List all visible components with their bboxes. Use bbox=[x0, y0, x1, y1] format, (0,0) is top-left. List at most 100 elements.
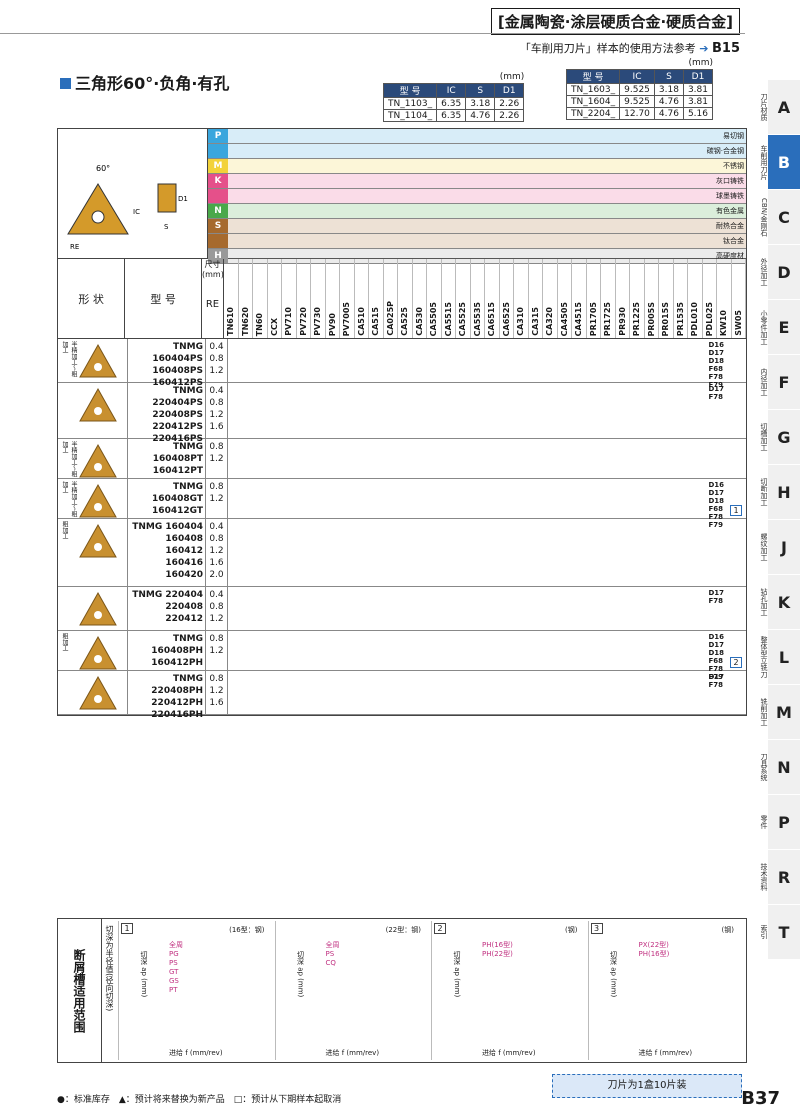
dim-cell: 3.81 bbox=[682, 83, 714, 96]
grade-header: CA6515 bbox=[485, 259, 500, 338]
range-panel: 1 (16型：钢) 切深 ap (mm) 进给 f (mm/rev) 全周 PG PS GT G… bbox=[118, 921, 275, 1060]
re-value: 1.6 bbox=[209, 698, 224, 708]
re-value: 1.2 bbox=[209, 494, 224, 504]
panel-note: (16型：钢) bbox=[229, 926, 265, 934]
grade-name: CA4505 bbox=[559, 301, 569, 336]
side-tab-e[interactable]: 小零件加工 E bbox=[746, 300, 800, 355]
panel-ylabel: 切深 ap (mm) bbox=[140, 951, 148, 998]
side-tab-a[interactable]: 刀片材质 A bbox=[746, 80, 800, 135]
grade-name: PDL025 bbox=[704, 301, 714, 336]
side-tab-k[interactable]: 钻孔加工 K bbox=[746, 575, 800, 630]
insert-row: 半精加工～粗加工 TNMG 160408GT 160412GT 0.8 1.2 D16 D1… bbox=[58, 479, 746, 529]
insert-shape-cell: 粗加工 bbox=[58, 631, 128, 670]
side-tab-h[interactable]: 切断加工 H bbox=[746, 465, 800, 520]
series-label: CQ bbox=[325, 959, 336, 967]
ref-page: D18 bbox=[708, 497, 724, 505]
insert-photo-icon bbox=[79, 483, 117, 518]
panel-number: 1 bbox=[121, 923, 133, 934]
grade-name: PV7005 bbox=[342, 301, 352, 336]
dim-header-cell: IC bbox=[619, 69, 655, 84]
insert-type: 160420 bbox=[165, 570, 203, 580]
side-tab-label: 整体型立铣刀 bbox=[760, 636, 768, 678]
grade-header: PR015S bbox=[659, 259, 674, 338]
dim-cell: 9.525 bbox=[619, 83, 655, 96]
ref-page: F78 bbox=[708, 373, 723, 381]
insert-type: TNMG 160404 bbox=[132, 522, 203, 532]
type-header: 型 号 bbox=[125, 259, 202, 338]
material-grid bbox=[228, 159, 706, 173]
grade-header: CA5505 bbox=[427, 259, 442, 338]
side-tab-n[interactable]: 刀具系统 N bbox=[746, 740, 800, 795]
re-value: 1.2 bbox=[209, 546, 224, 556]
side-tab-t[interactable]: 索引 T bbox=[746, 905, 800, 960]
side-tab-letter: N bbox=[768, 740, 800, 794]
grade-name: CCX bbox=[269, 318, 279, 336]
side-tab-p[interactable]: 零件 P bbox=[746, 795, 800, 850]
insert-row: 粗加工 TNMG 160408PH 160412PH 0.8 1.2 D16 D17 D18 F… bbox=[58, 631, 746, 681]
re-value: 1.2 bbox=[209, 614, 224, 624]
panel-xlabel: 进给 f (mm/rev) bbox=[325, 1049, 380, 1057]
insert-photo-icon bbox=[79, 591, 117, 626]
dim-header-cell: 型 号 bbox=[565, 69, 621, 84]
dim-cell: 6.35 bbox=[436, 97, 467, 110]
side-tab-b[interactable]: 车削用刀片 B bbox=[746, 135, 800, 190]
grade-table: 60° RE IC D1 S P 易切钢 碳钢·合金钢 M 不锈钢 K 灰口铸铁 球墨铸铁 N 有… bbox=[57, 128, 747, 720]
material-grid bbox=[228, 129, 706, 143]
toolholder-ref: D16 D17 D18 F68 F78 F79 bbox=[708, 341, 724, 389]
machining-group: 半精加工～粗加工 bbox=[61, 441, 77, 477]
ref-page: D17 bbox=[708, 349, 724, 357]
re-value: 0.8 bbox=[209, 674, 224, 684]
insert-shape-cell: 粗加工 bbox=[58, 519, 128, 586]
side-tab-c[interactable]: CBN/金刚石 C bbox=[746, 190, 800, 245]
ref-page: F78 bbox=[708, 393, 723, 401]
ref-page: D18 bbox=[708, 357, 724, 365]
side-tab-label: 车削用刀片 bbox=[760, 144, 768, 180]
grade-header: CA530 bbox=[413, 259, 427, 338]
series-label: PH(16型) bbox=[482, 941, 513, 949]
insert-type: 220412 bbox=[165, 614, 203, 624]
svg-text:60°: 60° bbox=[96, 164, 110, 173]
material-row: 球墨铸铁 bbox=[208, 189, 746, 204]
grade-header: PR1705 bbox=[587, 259, 601, 338]
re-value: 0.8 bbox=[209, 354, 224, 364]
re-value: 0.8 bbox=[209, 602, 224, 612]
dim-cell: TN_1603_ bbox=[565, 83, 621, 96]
side-tab-label: 外径加工 bbox=[760, 258, 768, 286]
side-tab-l[interactable]: 整体型立铣刀 L bbox=[746, 630, 800, 685]
chipbreaker-badge: 2 bbox=[730, 657, 742, 668]
chipbreaker-title: 断屑槽适用范围 bbox=[58, 919, 102, 1062]
insert-type: TNMG 220404 bbox=[132, 590, 203, 600]
side-tab-letter: A bbox=[768, 80, 800, 134]
grade-header: CA515 bbox=[369, 259, 384, 338]
grade-header: PV720 bbox=[297, 259, 311, 338]
material-name: 钛合金 bbox=[723, 237, 744, 245]
ref-page: D17 bbox=[708, 385, 724, 393]
side-tab-j[interactable]: 螺纹加工 J bbox=[746, 520, 800, 575]
side-tab-f[interactable]: 内径加工 F bbox=[746, 355, 800, 410]
insert-grade-area: D16 D17 D18 F68 F78 F79 2 bbox=[228, 631, 746, 681]
panel-note: (22型：钢) bbox=[385, 926, 421, 934]
insert-diagram: 60° RE IC D1 S bbox=[58, 129, 208, 258]
insert-shape-cell bbox=[58, 671, 128, 714]
grade-header: CA315 bbox=[529, 259, 543, 338]
side-tab-label: 刀片材质 bbox=[760, 93, 768, 121]
unit-label: (mm) bbox=[499, 72, 525, 82]
insert-type: TNMG 220404PS bbox=[152, 386, 203, 408]
side-tab-r[interactable]: 技术资料 R bbox=[746, 850, 800, 905]
side-tab-g[interactable]: 切槽加工 G bbox=[746, 410, 800, 465]
re-value: 0.8 bbox=[209, 634, 224, 644]
panel-number: 2 bbox=[434, 923, 446, 934]
side-tab-m[interactable]: 铣削加工 M bbox=[746, 685, 800, 740]
material-row: P 易切钢 bbox=[208, 129, 746, 144]
insert-type: 160408 bbox=[165, 534, 203, 544]
dimension-table-right: (mm) 型 号 IC S D1 TN_1603_ 9.525 3.18 3.81 TN_160… bbox=[565, 58, 714, 120]
insert-type: 160412PH bbox=[151, 658, 203, 668]
insert-re-cell: 0.4 0.8 1.2 1.6 bbox=[206, 383, 228, 438]
material-letter bbox=[208, 189, 228, 203]
grade-header: KW10 bbox=[717, 259, 732, 338]
chipbreaker-range-box: 断屑槽适用范围 切深为半径值(径向切深) 1 (16型：钢) 切深 ap (mm) 进… bbox=[57, 918, 747, 1063]
side-tab-d[interactable]: 外径加工 D bbox=[746, 245, 800, 300]
re-value: 0.8 bbox=[209, 442, 224, 452]
re-value: 0.8 bbox=[209, 482, 224, 492]
insert-type: 160416 bbox=[165, 558, 203, 568]
